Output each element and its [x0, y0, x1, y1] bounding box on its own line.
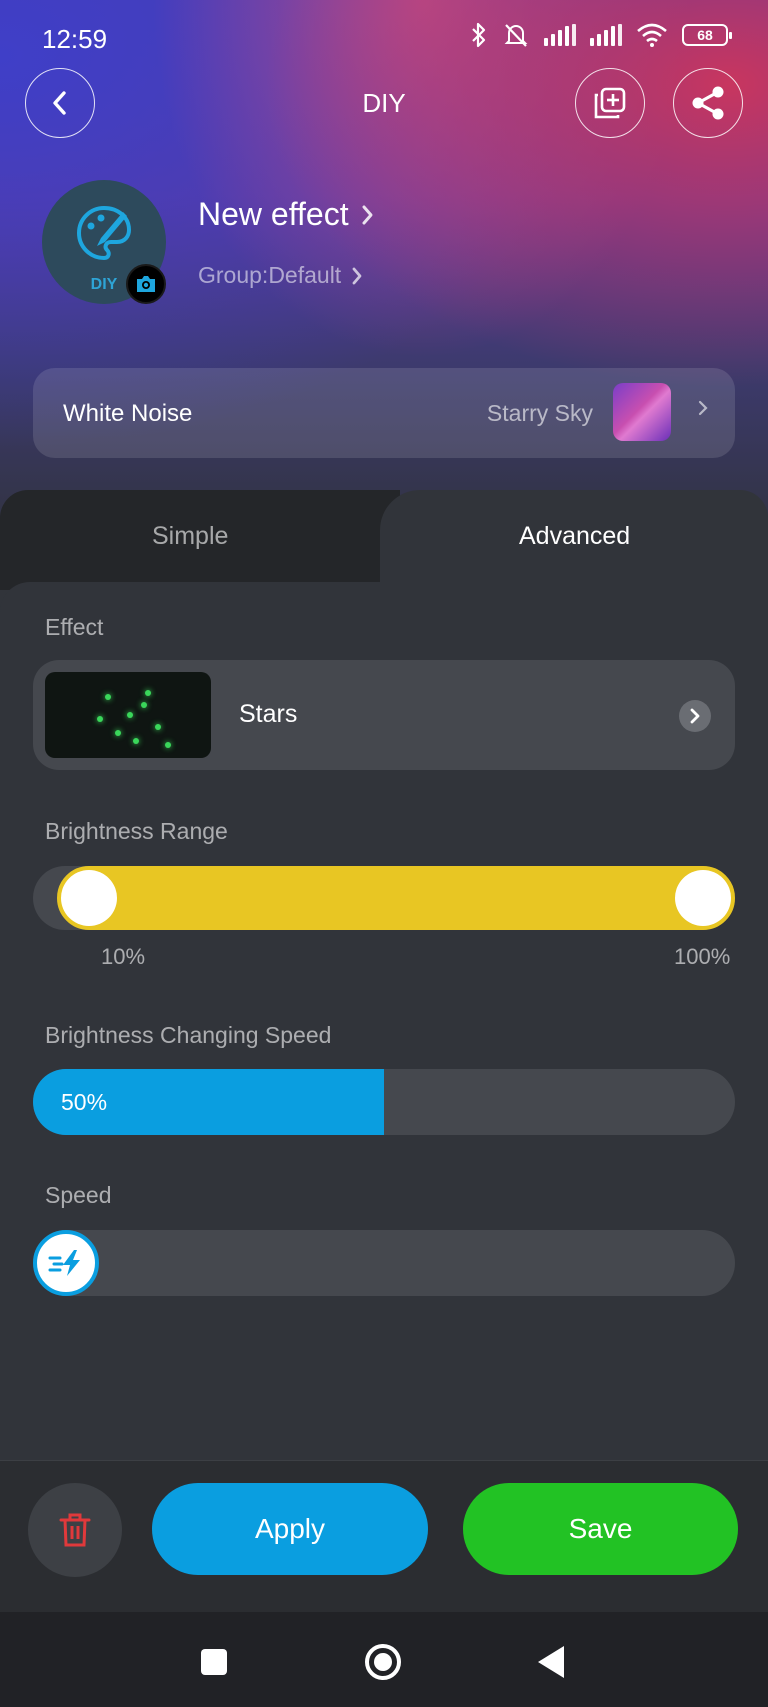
page-title: DIY: [362, 88, 406, 118]
trash-icon: [59, 1513, 91, 1547]
brightness-speed-slider[interactable]: 50%: [33, 1069, 735, 1135]
white-noise-row[interactable]: White Noise Starry Sky: [33, 368, 735, 458]
group-text: Group:Default: [198, 262, 342, 288]
chevron-right-icon: [362, 205, 373, 224]
brightness-max-handle[interactable]: [675, 870, 731, 926]
system-nav-bar: [0, 1612, 768, 1707]
brightness-min-handle[interactable]: [61, 870, 117, 926]
speed-slider[interactable]: [33, 1230, 735, 1296]
white-noise-value: Starry Sky: [486, 400, 593, 426]
brightness-speed-value: 50%: [61, 1089, 108, 1115]
tab-simple-label: Simple: [152, 522, 229, 550]
brightness-min-text: 10%: [101, 944, 146, 969]
camera-button[interactable]: [126, 264, 166, 304]
signal-icon: [544, 24, 576, 46]
signal-icon-2: [590, 24, 622, 46]
wifi-icon: [637, 23, 667, 47]
battery-icon: 68: [682, 24, 732, 46]
brightness-range-fill: [57, 866, 735, 930]
share-button[interactable]: [673, 68, 743, 138]
tab-advanced-label: Advanced: [519, 522, 631, 550]
effect-go-button[interactable]: [679, 700, 711, 732]
share-icon: [692, 86, 724, 120]
effect-name[interactable]: New effect: [198, 196, 375, 233]
chevron-right-icon: [698, 400, 708, 416]
effect-preview: [45, 672, 211, 758]
status-bar: 12:59 68: [0, 0, 768, 80]
effect-selector[interactable]: Stars: [33, 660, 735, 770]
save-button[interactable]: Save: [463, 1483, 738, 1575]
chevron-right-icon: [690, 708, 700, 724]
speed-bolt-icon: [48, 1250, 80, 1276]
status-icons: 68: [470, 22, 732, 48]
add-copy-button[interactable]: [575, 68, 645, 138]
action-bar: Apply Save: [0, 1460, 768, 1612]
white-noise-thumbnail: [613, 383, 671, 441]
brightness-speed-label: Brightness Changing Speed: [45, 1022, 332, 1048]
white-noise-label: White Noise: [63, 400, 193, 427]
circle-home-icon: [365, 1644, 401, 1680]
chevron-right-icon: [352, 267, 362, 284]
delete-button[interactable]: [28, 1483, 122, 1577]
recent-apps-button[interactable]: [198, 1646, 230, 1678]
status-time: 12:59: [42, 24, 108, 54]
effect-name-value: Stars: [239, 700, 298, 728]
effect-label: Effect: [45, 614, 104, 640]
add-copy-icon: [594, 87, 626, 119]
mute-bell-icon: [504, 24, 528, 47]
bluetooth-icon: [472, 22, 486, 48]
effect-name-text: New effect: [198, 196, 349, 232]
brightness-range-label: Brightness Range: [45, 818, 228, 844]
square-icon: [201, 1649, 227, 1675]
home-button[interactable]: [363, 1642, 403, 1682]
system-back-button[interactable]: [536, 1644, 566, 1680]
speed-label: Speed: [45, 1182, 112, 1208]
speed-handle[interactable]: [33, 1230, 99, 1296]
brightness-max-text: 100%: [674, 944, 731, 969]
group-selector[interactable]: Group:Default: [198, 262, 363, 289]
palette-brush-icon: [77, 205, 132, 261]
camera-icon: [137, 276, 155, 292]
apply-button[interactable]: Apply: [152, 1483, 428, 1575]
settings-panel: Simple Advanced: [0, 490, 768, 1492]
triangle-back-icon: [538, 1646, 564, 1678]
